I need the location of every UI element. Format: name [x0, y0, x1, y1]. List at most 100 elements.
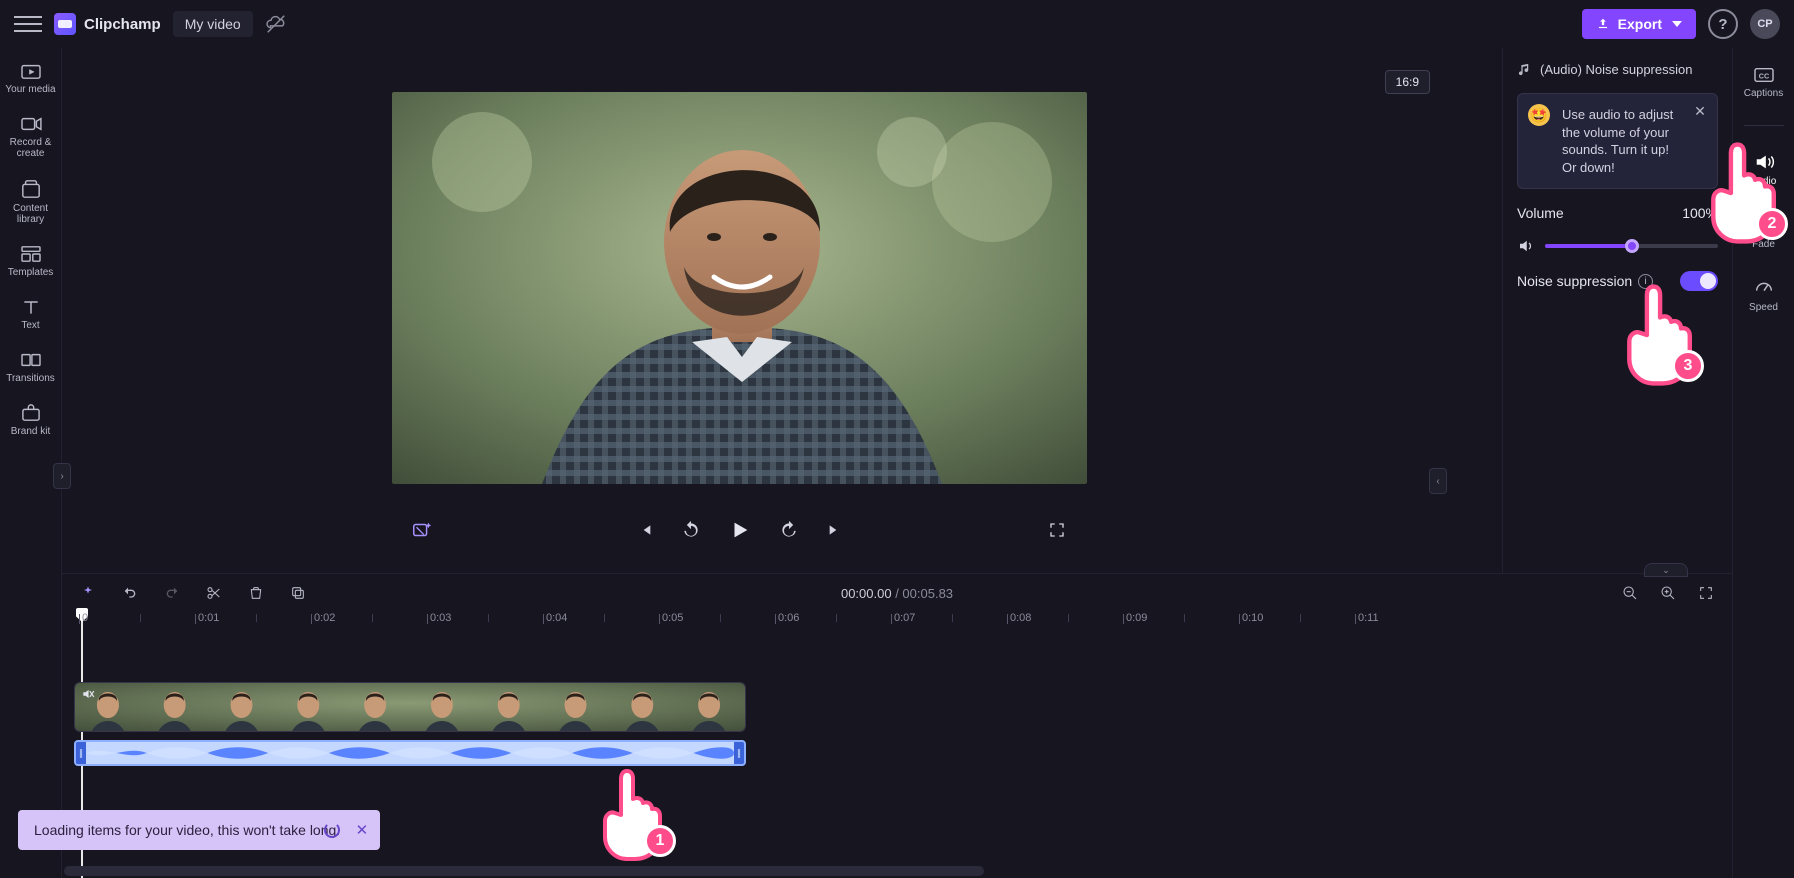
video-preview[interactable] [392, 92, 1087, 484]
clipchamp-icon [54, 13, 76, 35]
upload-icon [1596, 17, 1610, 31]
video-effects-button[interactable] [410, 518, 434, 542]
noise-suppression-label: Noise suppression [1517, 273, 1632, 289]
info-icon[interactable]: i [1638, 274, 1653, 289]
clip-mute-icon[interactable] [81, 687, 95, 706]
timeline-ruler[interactable]: 0 0:01 0:02 0:03 0:04 0:05 0:06 0:07 0:08 0:09 0:1… [74, 612, 1720, 636]
play-button[interactable] [725, 515, 755, 545]
volume-slider[interactable] [1545, 244, 1718, 248]
video-frame-icon [392, 92, 1087, 484]
skip-end-button[interactable] [823, 518, 847, 542]
zoom-in-button[interactable] [1658, 583, 1678, 603]
ruler-tick: 0:06 [778, 612, 799, 624]
tab-audio[interactable]: Audio [1736, 152, 1792, 187]
ruler-tick: 0:07 [894, 612, 915, 624]
sidebar-item-media[interactable]: Your media [3, 62, 59, 95]
ruler-tick: 0:04 [546, 612, 567, 624]
project-name-field[interactable]: My video [173, 11, 253, 37]
zoom-out-button[interactable] [1620, 583, 1640, 603]
brand-name: Clipchamp [84, 16, 161, 33]
tab-speed[interactable]: Speed [1736, 276, 1792, 313]
volume-value: 100% [1682, 205, 1718, 221]
timeline-timecode: 00:00.00 / 00:05.83 [841, 586, 953, 601]
ruler-tick: 0:01 [198, 612, 219, 624]
library-icon [20, 179, 42, 199]
captions-icon: CC [1753, 66, 1775, 84]
music-note-icon [1517, 62, 1532, 77]
chevron-down-icon [1672, 21, 1682, 27]
right-sidebar: CC Captions Audio Fade Speed [1732, 48, 1794, 878]
sidebar-item-record[interactable]: Record & create [3, 115, 59, 159]
menu-button[interactable] [14, 10, 42, 38]
svg-text:CC: CC [1758, 72, 1768, 81]
tip-card: 🤩 ✕ Use audio to adjust the volume of yo… [1517, 93, 1718, 189]
brandkit-icon [20, 404, 42, 422]
fullscreen-button[interactable] [1045, 518, 1069, 542]
panel-title: (Audio) Noise suppression [1517, 62, 1718, 77]
duplicate-button[interactable] [288, 583, 308, 603]
ruler-tick: 0 [82, 612, 88, 624]
sidebar-item-transitions[interactable]: Transitions [3, 351, 59, 384]
emoji-icon: 🤩 [1528, 104, 1550, 126]
props-panel-collapse[interactable]: ‹ [1429, 468, 1447, 494]
timeline-collapse[interactable]: ⌄ [1644, 563, 1688, 577]
volume-speaker-icon[interactable] [1517, 237, 1535, 255]
ai-sparkle-button[interactable] [78, 583, 98, 603]
top-bar: Clipchamp My video Export ? CP [0, 0, 1794, 48]
sidebar-item-templates[interactable]: Templates [3, 245, 59, 278]
ruler-tick: 0:05 [662, 612, 683, 624]
noise-suppression-toggle[interactable] [1680, 271, 1718, 291]
rewind-button[interactable] [679, 518, 703, 542]
close-icon[interactable]: ✕ [356, 821, 369, 839]
timeline-toolbar: 00:00.00 / 00:05.83 [62, 574, 1732, 612]
templates-icon [20, 245, 42, 263]
record-icon [20, 115, 42, 133]
tab-captions[interactable]: CC Captions [1736, 66, 1792, 99]
ruler-tick: 0:09 [1126, 612, 1147, 624]
audio-clip[interactable]: ∥ ∥ [74, 740, 746, 766]
help-button[interactable]: ? [1708, 9, 1738, 39]
video-clip[interactable]: /* replicate thumbs */ [74, 682, 746, 732]
fit-zoom-button[interactable] [1696, 583, 1716, 603]
export-label: Export [1618, 16, 1662, 32]
clip-handle-left[interactable]: ∥ [76, 742, 86, 764]
media-icon [20, 62, 42, 80]
close-icon[interactable]: ✕ [1691, 102, 1709, 120]
skip-start-button[interactable] [633, 518, 657, 542]
export-button[interactable]: Export [1582, 9, 1696, 39]
speaker-icon [1753, 152, 1775, 172]
waveform-icon [86, 742, 734, 764]
brand-logo[interactable]: Clipchamp [54, 13, 161, 35]
clip-thumbnails [75, 683, 745, 732]
ruler-tick: 0:11 [1358, 612, 1379, 624]
clip-handle-right[interactable]: ∥ [734, 742, 744, 764]
volume-label: Volume [1517, 205, 1564, 221]
player-controls [392, 504, 1087, 556]
ruler-tick: 0:08 [1010, 612, 1031, 624]
avatar[interactable]: CP [1750, 9, 1780, 39]
tab-fade[interactable]: Fade [1736, 213, 1792, 250]
cloud-sync-off-icon[interactable] [265, 13, 287, 35]
speedometer-icon [1753, 276, 1775, 298]
left-panel-expand[interactable]: › [53, 463, 71, 489]
fade-icon [1753, 213, 1775, 235]
preview-area: 16:9 [62, 48, 1732, 563]
sidebar-item-text[interactable]: Text [3, 298, 59, 331]
left-sidebar: Your media Record & create Content libra… [0, 48, 62, 878]
audio-properties-panel: (Audio) Noise suppression 🤩 ✕ Use audio … [1502, 48, 1732, 573]
sidebar-item-brand-kit[interactable]: Brand kit [3, 404, 59, 437]
undo-button[interactable] [120, 583, 140, 603]
delete-button[interactable] [246, 583, 266, 603]
ruler-tick: 0:03 [430, 612, 451, 624]
ruler-tick: 0:02 [314, 612, 335, 624]
aspect-ratio-button[interactable]: 16:9 [1385, 70, 1430, 94]
split-button[interactable] [204, 583, 224, 603]
loading-toast: Loading items for your video, this won't… [18, 810, 380, 850]
forward-button[interactable] [777, 518, 801, 542]
sidebar-item-content-library[interactable]: Content library [3, 179, 59, 225]
transitions-icon [20, 351, 42, 369]
slider-thumb[interactable] [1625, 239, 1639, 253]
timeline-scrollbar[interactable] [62, 866, 1732, 876]
redo-button[interactable] [162, 583, 182, 603]
spinner-icon [324, 822, 340, 838]
